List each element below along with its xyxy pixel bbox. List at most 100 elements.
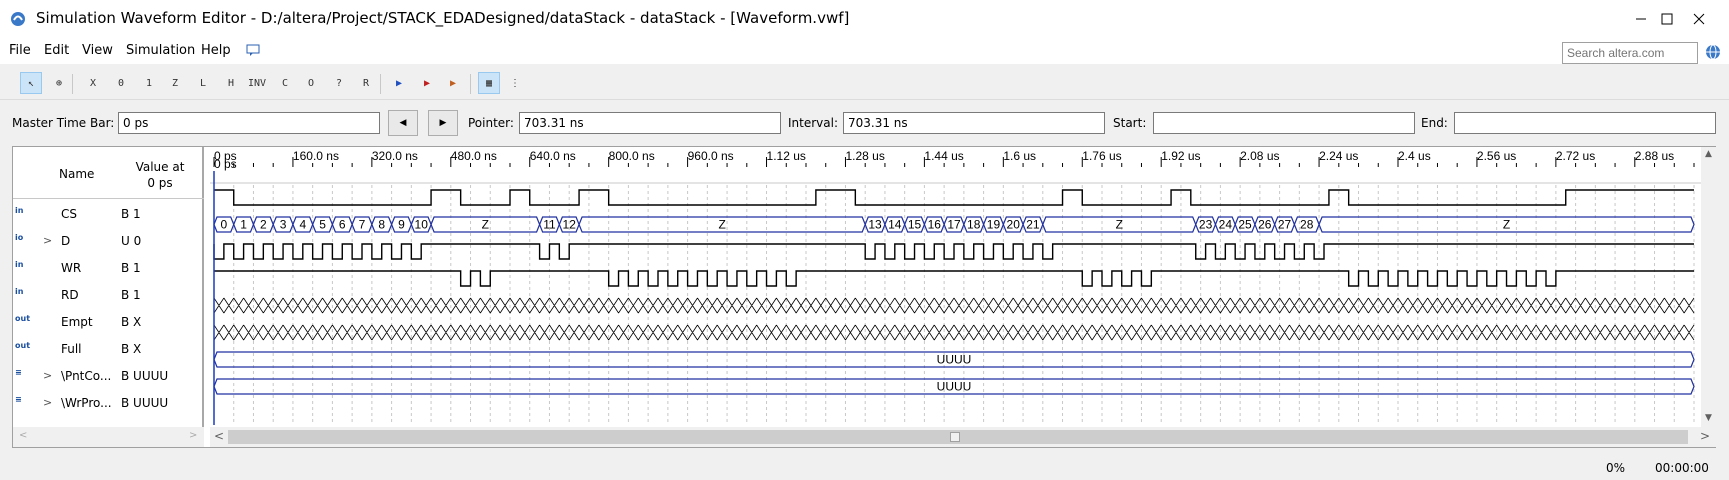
waveform-hscroll[interactable]: < > [210,427,1717,447]
weak-high-button[interactable]: H [220,72,242,94]
signal-value: B 1 [121,261,141,275]
progress-percent: 0% [1606,461,1626,475]
tick-label: 320.0 ns [372,149,418,163]
zoom-button[interactable]: ⊕ [48,72,70,94]
pointer-button[interactable]: ↖ [20,72,42,94]
waveform-panel: Name Value at 0 ps in CS B 1 io > D U 0 in WR B 1… [12,146,1717,448]
feedback-icon[interactable] [246,43,260,57]
forcing-unknown-button[interactable]: X [82,72,104,94]
window-title: Simulation Waveform Editor - D:/altera/P… [36,9,850,27]
signal-row-7[interactable]: ≡ > \WrPro... B UUUU [13,390,204,417]
pointer-field[interactable]: 703.31 ns [519,112,781,134]
d-bus-value: 0 [221,218,228,232]
scroll-left-arrow-icon[interactable]: < [214,429,224,443]
toolbar: ↖ ⊕ X 0 1 Z L H INV C O? R ▶ ▶ ▶ ▦ ⋮ [0,66,1729,100]
tick-label: 1.28 us [845,149,884,163]
interval-label: Interval: [788,116,838,130]
signal-name: WR [61,261,82,275]
signal-row-3[interactable]: in RD B 1 [13,282,204,309]
scroll-thumb[interactable] [228,430,1688,444]
d-bus-value: 10 [415,218,429,232]
d-bus-value: 14 [888,218,902,232]
name-column-header[interactable]: Name [59,167,94,181]
globe-icon[interactable] [1705,44,1721,60]
name-hscroll[interactable]: < > [13,427,204,447]
interval-field[interactable]: 703.31 ns [843,112,1105,134]
count-value-icon: C [281,77,289,89]
pointer-icon: ↖ [27,77,35,89]
weak-low-icon: L [199,77,207,89]
d-bus-value: 20 [1007,218,1021,232]
scroll-grip-icon [950,432,960,442]
left-arrow-icon: ◀ [399,118,407,128]
run-timing-button[interactable]: ▶ [416,72,438,94]
count-value-button[interactable]: C [274,72,296,94]
expand-icon[interactable]: > [43,396,52,409]
signal-row-0[interactable]: in CS B 1 [13,201,204,228]
title-bar: Simulation Waveform Editor - D:/altera/P… [0,0,1729,38]
signal-row-5[interactable]: out Full B X [13,336,204,363]
menu-file[interactable]: File [9,43,31,58]
invert-button[interactable]: INV [246,72,268,94]
arbitrary-value-icon: ? [335,77,343,89]
close-icon [1693,13,1705,25]
d-bus-value: 7 [359,218,366,232]
d-bus-value: 9 [398,218,405,232]
elapsed-time: 00:00:00 [1655,461,1709,475]
forcing-low-icon: 0 [117,77,125,89]
d-bus-value: 19 [987,218,1001,232]
signal-value: B UUUU [121,396,169,410]
master-time-field[interactable]: 0 ps [118,112,380,134]
d-bus-value: 16 [928,218,942,232]
signal-list: Name Value at 0 ps in CS B 1 io > D U 0 in WR B 1… [13,147,204,447]
status-bar: 0% 00:00:00 [0,456,1729,480]
scroll-up-icon[interactable]: ▲ [1705,149,1712,159]
clock-button[interactable]: O [300,72,322,94]
next-transition-button[interactable]: ▶ [428,110,458,136]
high-impedance-button[interactable]: Z [164,72,186,94]
menu-view[interactable]: View [82,43,113,58]
in-pin-icon: in [15,206,24,215]
menu-help[interactable]: Help [201,43,231,58]
grid-settings-button[interactable]: ⋮ [504,72,526,94]
run-netlist-button[interactable]: ▶ [442,72,464,94]
snap-grid-button[interactable]: ▦ [478,72,500,94]
signal-row-1[interactable]: io > D U 0 [13,228,204,255]
forcing-low-button[interactable]: 0 [110,72,132,94]
scroll-down-icon[interactable]: ▼ [1705,413,1712,423]
tick-label: 640.0 ns [530,149,576,163]
master-marker-label: 0 ps [214,157,237,171]
random-value-button[interactable]: R [355,72,377,94]
value-column-header[interactable]: Value at 0 ps [117,159,203,191]
toolbar-separator [72,74,73,94]
menu-simulation[interactable]: Simulation [126,43,195,58]
scroll-left-icon[interactable]: < [19,430,27,441]
run-functional-button[interactable]: ▶ [388,72,410,94]
search-input[interactable] [1562,42,1698,64]
expand-icon[interactable]: > [43,369,52,382]
signal-row-4[interactable]: out Empt B X [13,309,204,336]
out-pin-icon: out [15,314,31,323]
end-field[interactable] [1454,112,1716,134]
bus-pin-icon: ≡ [15,395,22,404]
expand-icon[interactable]: > [43,234,52,247]
end-label: End: [1421,116,1448,130]
scroll-right-arrow-icon[interactable]: > [1700,429,1710,443]
menu-edit[interactable]: Edit [44,43,69,58]
full-waveform [213,324,1695,341]
signal-row-6[interactable]: ≡ > \PntCo... B UUUU [13,363,204,390]
scroll-right-icon[interactable]: > [189,430,197,441]
d-bus-value: 12 [563,218,577,232]
waveform-canvas[interactable]: 0 ps 160.0 ns 320.0 ns 480.0 ns 640.0 ns 800.… [210,147,1701,427]
weak-high-icon: H [227,77,235,89]
start-field[interactable] [1153,112,1415,134]
weak-low-button[interactable]: L [192,72,214,94]
signal-row-2[interactable]: in WR B 1 [13,255,204,282]
previous-transition-button[interactable]: ◀ [388,110,418,136]
signal-name: Full [61,342,82,356]
forcing-high-button[interactable]: 1 [138,72,160,94]
close-button[interactable] [1670,0,1728,38]
waveform-vscroll[interactable]: ▲ ▼ [1701,147,1717,427]
signal-value: B X [121,315,142,329]
arbitrary-value-button[interactable]: ? [328,72,350,94]
